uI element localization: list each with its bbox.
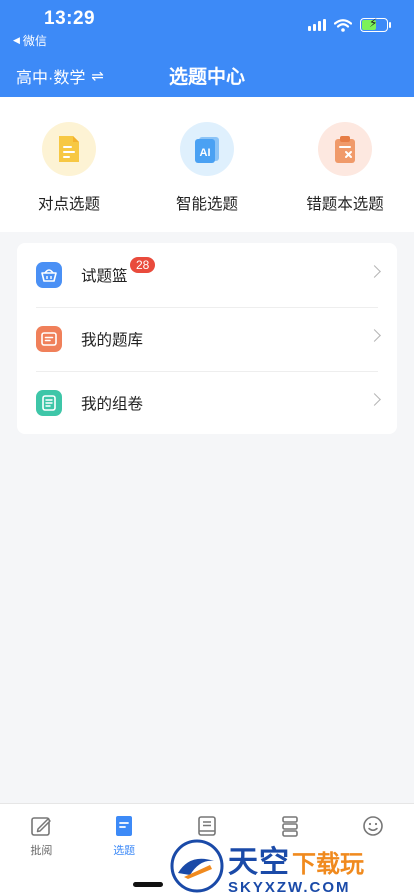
battery-icon: ⚡ xyxy=(360,16,391,32)
watermark-logo-icon xyxy=(170,839,224,893)
quick-action-targeted[interactable]: 对点选题 xyxy=(0,97,138,232)
clipboard-x-icon xyxy=(318,122,372,176)
status-icons: ⚡ xyxy=(308,16,391,32)
list-item-question-bank[interactable]: 我的题库 xyxy=(17,307,397,371)
chevron-right-icon xyxy=(368,393,381,406)
quick-action-label: 错题本选题 xyxy=(306,196,384,213)
list-item-basket[interactable]: 试题篮 28 xyxy=(17,243,397,307)
watermark-sub-text: 下载玩 xyxy=(292,850,364,878)
watermark-main-text: 天空 xyxy=(228,845,290,879)
quick-action-mistakes[interactable]: 错题本选题 xyxy=(276,97,414,232)
folder-icon xyxy=(36,326,62,352)
svg-text:AI: AI xyxy=(200,147,211,159)
tab-review[interactable]: 批阅 xyxy=(0,804,83,896)
page-title: 选题中心 xyxy=(168,67,245,88)
list-item-label: 我的组卷 xyxy=(81,396,144,413)
back-to-app[interactable]: ◀ 微信 xyxy=(13,32,47,49)
stack-icon xyxy=(278,814,302,838)
nav-bar: 高中·数学 ⇌ 选题中心 xyxy=(0,52,414,96)
tab-label: 批阅 xyxy=(30,845,53,857)
status-time: 13:29 xyxy=(44,8,96,29)
chevron-right-icon xyxy=(368,329,381,342)
book-icon xyxy=(195,814,219,838)
smile-icon xyxy=(361,814,385,838)
select-doc-icon xyxy=(112,814,136,838)
list-item-my-papers[interactable]: 我的组卷 xyxy=(17,371,397,435)
quick-action-label: 智能选题 xyxy=(175,196,238,213)
tab-label: 选题 xyxy=(113,845,136,857)
ai-icon: AI xyxy=(180,122,234,176)
signal-icon xyxy=(308,19,326,31)
chevron-right-icon xyxy=(368,265,381,278)
wifi-icon xyxy=(334,18,352,32)
home-indicator xyxy=(133,882,163,887)
watermark: 天空 下载玩 SKYXZW.COM xyxy=(170,836,410,896)
menu-list: 试题篮 28 我的题库 我的组卷 xyxy=(17,243,397,434)
list-item-label: 试题篮 xyxy=(81,268,128,285)
header: 13:29 ◀ 微信 ⚡ 高中·数学 ⇌ 选题中心 xyxy=(0,0,414,97)
back-arrow-icon: ◀ xyxy=(13,35,20,45)
back-app-label: 微信 xyxy=(22,34,47,48)
quick-actions: 对点选题 AI 智能选题 错题本选题 xyxy=(0,97,414,232)
edit-icon xyxy=(29,814,53,838)
document-icon xyxy=(42,122,96,176)
list-item-label: 我的题库 xyxy=(81,332,144,349)
quick-action-smart[interactable]: AI 智能选题 xyxy=(138,97,276,232)
basket-icon xyxy=(36,262,62,288)
basket-count-badge: 28 xyxy=(130,257,156,273)
status-bar: 13:29 ◀ 微信 ⚡ xyxy=(0,0,414,50)
watermark-domain: SKYXZW.COM xyxy=(228,878,351,896)
quick-action-label: 对点选题 xyxy=(37,196,100,213)
paper-list-icon xyxy=(36,390,62,416)
